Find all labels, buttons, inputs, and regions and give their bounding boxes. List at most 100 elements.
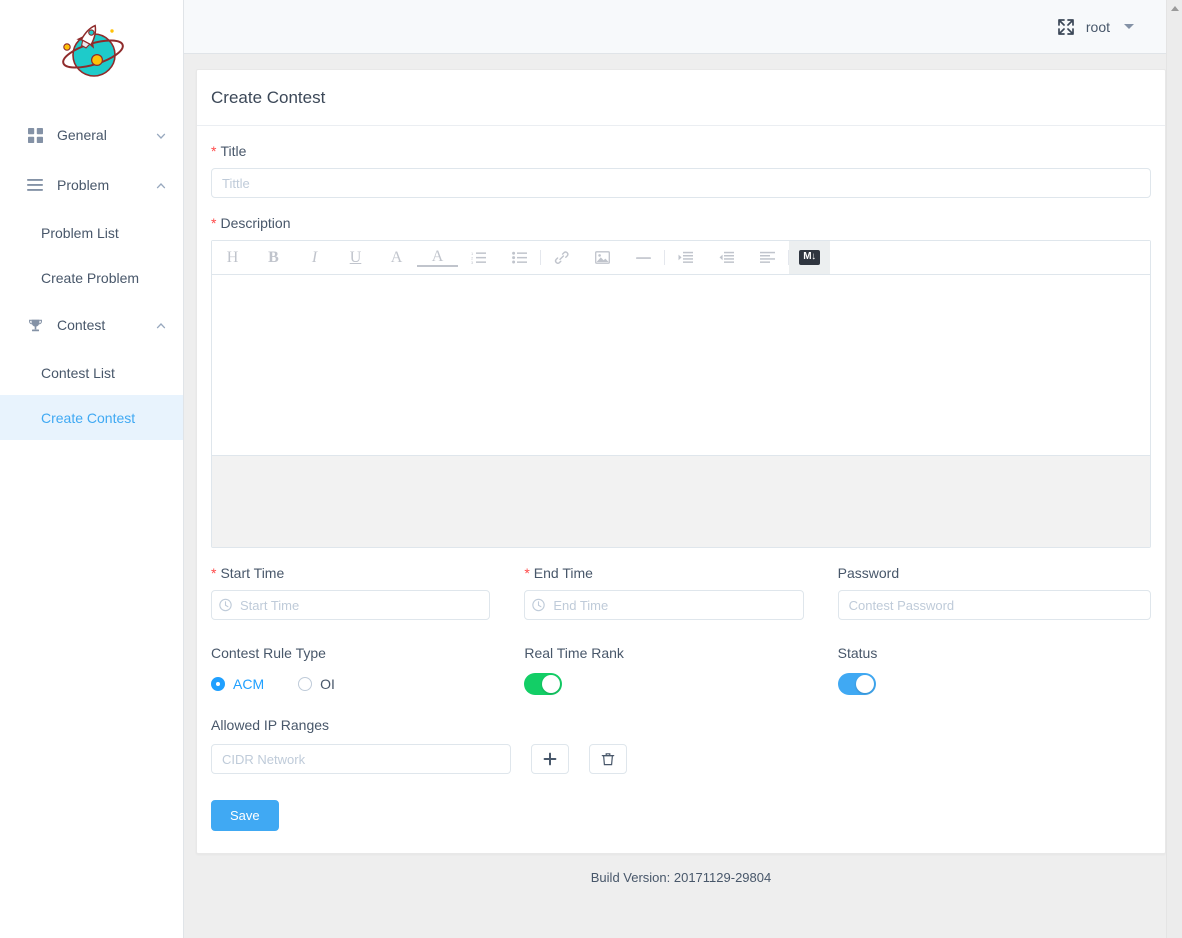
sidebar-item-contest-list-label: Contest List [41, 364, 115, 381]
sidebar-item-problem-list[interactable]: Problem List [0, 210, 183, 255]
description-field-group: * Description H B I U A A 1 2 3 M↓ [211, 214, 1151, 548]
real-time-rank-label: Real Time Rank [524, 645, 624, 661]
plus-icon [543, 752, 557, 766]
create-contest-form: *Title *Description H B [197, 126, 1165, 853]
sidebar-item-problem-list-label: Problem List [41, 224, 119, 241]
grid-icon [26, 126, 44, 144]
italic-icon[interactable]: I [294, 241, 335, 274]
allowed-ip-ranges-row [211, 744, 1151, 774]
status-switch-row [837, 672, 1151, 696]
allowed-ip-ranges-label: Allowed IP Ranges [211, 717, 330, 733]
title-input[interactable] [211, 168, 1151, 198]
radio-acm[interactable]: ACM [211, 676, 264, 692]
page-scroll-region: Create Contest *Title *Description [184, 54, 1182, 938]
end-time-group: * End Time [524, 564, 837, 620]
build-version-footer: Build Version: 20171129-29804 [590, 870, 772, 885]
top-header-bar: root [184, 0, 1182, 54]
allowed-ip-ranges-group: Allowed IP Ranges [211, 716, 1151, 774]
sidebar-item-create-contest-label: Create Contest [41, 409, 136, 426]
end-time-input[interactable] [524, 590, 804, 620]
caret-down-icon[interactable] [1124, 24, 1134, 29]
scroll-up-arrow-icon[interactable] [1171, 6, 1179, 11]
sidebar-item-problem-label: Problem [57, 177, 110, 193]
header-actions: root [1058, 19, 1134, 35]
chevron-up-icon [155, 179, 167, 191]
password-label: Password [837, 565, 900, 581]
contest-rule-type-radios: ACM OI [211, 674, 490, 694]
outdent-icon[interactable] [706, 241, 747, 274]
sidebar-item-contest-list[interactable]: Contest List [0, 350, 183, 395]
heading-icon[interactable]: H [212, 241, 253, 274]
real-time-rank-group: Real Time Rank [524, 632, 837, 696]
radio-oi-label: OI [320, 676, 335, 692]
radio-acm-label: ACM [233, 676, 265, 692]
trash-icon [601, 753, 615, 766]
svg-text:3: 3 [471, 260, 474, 264]
start-time-group: * Start Time [211, 564, 524, 620]
user-menu-label[interactable]: root [1086, 19, 1110, 35]
start-time-label: * Start Time [211, 564, 490, 582]
horizontal-rule-icon[interactable] [623, 241, 664, 274]
link-icon[interactable] [541, 241, 582, 274]
required-star: * [211, 143, 217, 159]
sidebar-item-contest-label: Contest [57, 317, 106, 333]
chevron-down-icon [155, 129, 167, 141]
start-time-input-wrap [211, 590, 491, 620]
font-size-icon[interactable]: A [376, 241, 417, 274]
sidebar-item-create-problem[interactable]: Create Problem [0, 255, 183, 300]
radio-dot-icon [211, 677, 225, 691]
status-group: Status [837, 632, 1151, 696]
sidebar-menu: General Problem Problem List Create Prob… [0, 104, 183, 440]
editor-content-area[interactable] [212, 275, 1150, 455]
markdown-icon[interactable]: M↓ [789, 241, 830, 274]
password-input[interactable] [837, 590, 1151, 620]
end-time-label: * End Time [524, 564, 803, 582]
sidebar-item-problem[interactable]: Problem [0, 160, 183, 210]
editor-toolbar: H B I U A A 1 2 3 M↓ [212, 241, 1150, 275]
vertical-scrollbar[interactable] [1166, 0, 1182, 938]
ordered-list-icon[interactable]: 1 2 3 [458, 241, 499, 274]
delete-ip-range-button[interactable] [589, 744, 627, 774]
sidebar-item-create-contest[interactable]: Create Contest [0, 395, 183, 440]
toggle-knob [855, 675, 874, 693]
required-star: * [211, 215, 217, 231]
unordered-list-icon[interactable] [499, 241, 540, 274]
status-label: Status [837, 645, 878, 661]
fullscreen-expand-icon[interactable] [1058, 18, 1074, 35]
save-button[interactable]: Save [211, 800, 279, 831]
align-left-icon[interactable] [747, 241, 788, 274]
radio-dot-icon [298, 677, 313, 691]
image-icon[interactable] [582, 241, 623, 274]
contest-rule-type-label: Contest Rule Type [211, 645, 326, 661]
scrollbar-thumb[interactable] [1169, 18, 1181, 438]
sidebar-item-general-label: General [57, 127, 107, 143]
end-time-input-wrap [524, 590, 804, 620]
sidebar-item-create-problem-label: Create Problem [41, 269, 140, 286]
cidr-input-wrap [211, 744, 511, 774]
toggle-knob [542, 675, 561, 693]
title-label-text: Title [220, 143, 247, 159]
cidr-network-input[interactable] [211, 744, 511, 774]
indent-icon[interactable] [665, 241, 706, 274]
rocket-planet-logo-icon [61, 24, 124, 77]
required-star: * [524, 565, 530, 581]
brand-logo[interactable] [0, 0, 183, 104]
sidebar-item-general[interactable]: General [0, 110, 183, 160]
sidebar-item-contest[interactable]: Contest [0, 300, 183, 350]
underline-icon[interactable]: U [335, 241, 376, 274]
text-color-icon[interactable]: A [417, 248, 458, 267]
description-label-text: Description [220, 215, 291, 231]
app-root: General Problem Problem List Create Prob… [0, 0, 1182, 938]
start-time-input[interactable] [211, 590, 491, 620]
chevron-up-icon [155, 319, 167, 331]
list-lines-icon [26, 176, 44, 194]
radio-oi[interactable]: OI [298, 676, 335, 692]
real-time-rank-toggle[interactable] [524, 673, 563, 695]
add-ip-range-button[interactable] [531, 744, 569, 774]
status-toggle[interactable] [837, 673, 876, 695]
title-field-group: * Title [211, 142, 1151, 198]
end-time-label-text: End Time [533, 565, 593, 581]
markdown-badge-label: M↓ [799, 250, 820, 265]
title-label: * Title [211, 142, 1151, 160]
bold-icon[interactable]: B [253, 241, 294, 274]
